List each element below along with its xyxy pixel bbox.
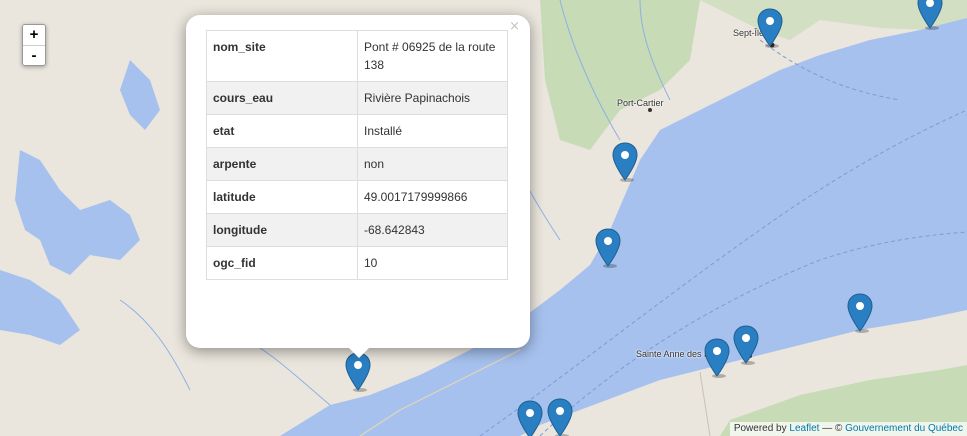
map-pin-icon[interactable] [704,338,730,383]
attribute-value: -68.642843 [357,213,508,247]
map-pin-icon[interactable] [847,293,873,338]
attribute-key: nom_site [206,30,358,82]
map-pin-icon[interactable] [517,400,543,436]
attribute-key: cours_eau [206,81,358,115]
attribute-value: Rivière Papinachois [357,81,508,115]
attribute-row: ogc_fid 10 [206,246,508,280]
attribute-row: nom_site Pont # 06925 de la route 138 [206,30,508,82]
map-pin-icon[interactable] [612,142,638,187]
attribute-key: longitude [206,213,358,247]
leaflet-link[interactable]: Leaflet [789,423,819,434]
attribute-row: longitude -68.642843 [206,213,508,247]
zoom-control: + - [22,24,46,66]
attribute-value: Pont # 06925 de la route 138 [357,30,508,82]
attribute-row: etat Installé [206,114,508,148]
attribution-prefix: Powered by [733,423,790,434]
map-pin-icon[interactable] [733,325,759,370]
map-attribution: Powered by Leaflet — © Gouvernement du Q… [729,422,967,436]
attribute-value: Installé [357,114,508,148]
map-canvas[interactable]: Sept-Îles Port-Cartier Sainte Anne des M… [0,0,967,436]
map-pin-icon[interactable] [917,0,943,35]
map-pin-icon[interactable] [757,8,783,53]
attribute-row: arpente non [206,147,508,181]
zoom-out-button[interactable]: - [23,45,45,65]
attribute-key: ogc_fid [206,246,358,280]
attribute-table: nom_site Pont # 06925 de la route 138 cour… [206,30,508,280]
attribute-value: 49.0017179999866 [357,180,508,214]
popup-tip [347,346,371,358]
attribute-row: cours_eau Rivière Papinachois [206,81,508,115]
map-pin-icon[interactable] [345,352,371,397]
attribute-value: 10 [357,246,508,280]
attribute-row: latitude 49.0017179999866 [206,180,508,214]
zoom-in-button[interactable]: + [23,25,45,45]
map-pin-icon[interactable] [595,228,621,273]
attribute-key: arpente [206,147,358,181]
attribution-separator: — © [819,423,846,434]
map-pin-icon[interactable] [547,398,573,436]
attribute-value: non [357,147,508,181]
attribute-key: latitude [206,180,358,214]
source-link[interactable]: Gouvernement du Québec [845,423,963,434]
feature-popup: × nom_site Pont # 06925 de la route 138 co… [186,15,530,348]
close-icon[interactable]: × [509,19,520,34]
place-label-port-cartier: Port-Cartier [617,98,664,108]
attribute-key: etat [206,114,358,148]
